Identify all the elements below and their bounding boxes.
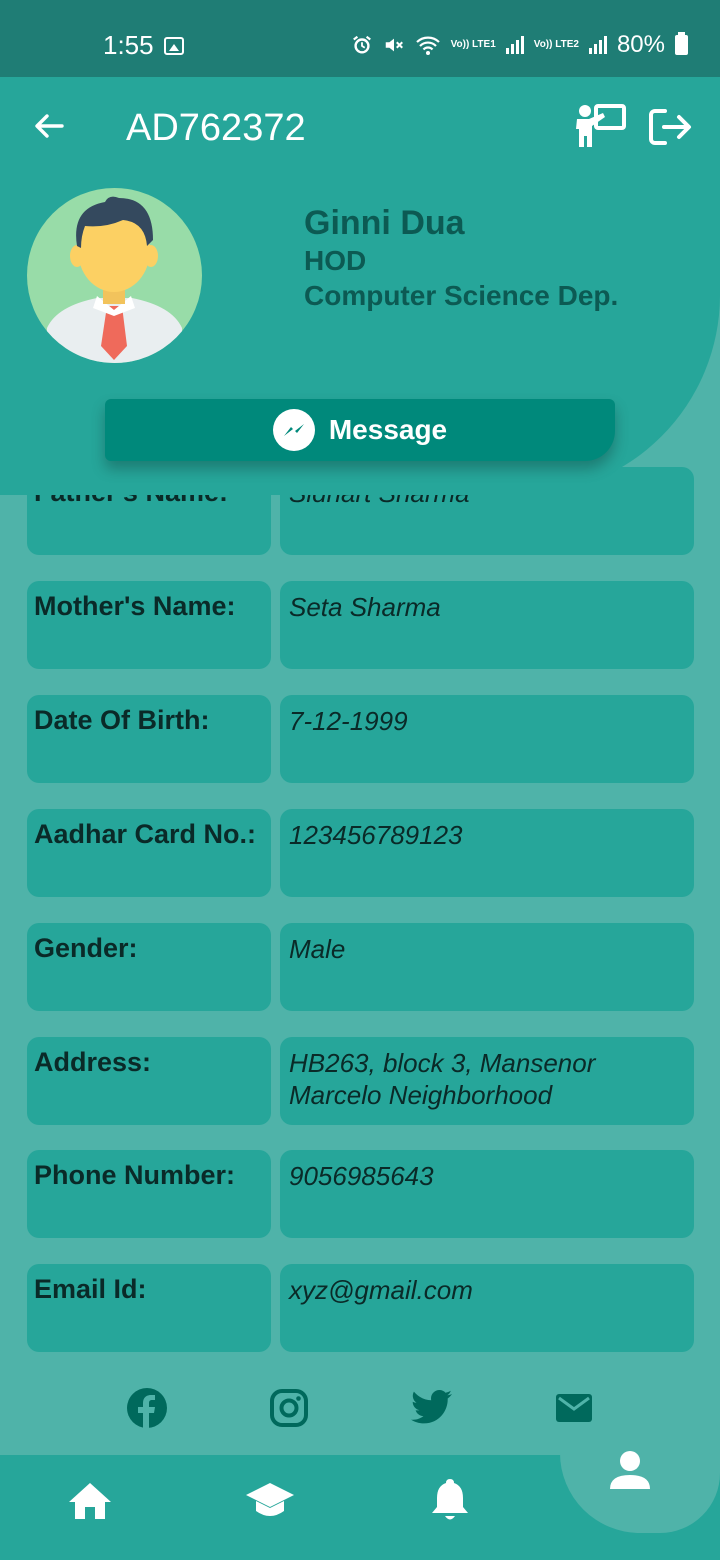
avatar (27, 188, 202, 363)
status-time: 1:55 (103, 30, 154, 60)
detail-label: Gender: (27, 923, 271, 1011)
twitter-icon[interactable] (410, 1388, 454, 1428)
graduation-cap-icon[interactable] (245, 1475, 295, 1525)
status-bar: 1:55 Vo)) LTE1 Vo)) LTE2 80% (0, 0, 720, 77)
profile-department: Computer Science Dep. (304, 280, 619, 311)
page-title: AD762372 (126, 107, 306, 149)
detail-value: Male (280, 923, 694, 1011)
battery-percent: 80% (616, 31, 665, 58)
profile-icon[interactable] (606, 1449, 654, 1493)
detail-label: Email Id: (27, 1264, 271, 1352)
email-icon[interactable] (554, 1388, 594, 1428)
profile-name: Ginni Dua (304, 204, 465, 242)
detail-label: Address: (27, 1037, 271, 1125)
detail-row-gender: Gender: Male (27, 923, 694, 1011)
detail-value: 9056985643 (280, 1150, 694, 1238)
avatar-illustration-icon (47, 196, 182, 363)
detail-label: Date Of Birth: (27, 695, 271, 783)
detail-row-phone: Phone Number: 9056985643 (27, 1150, 694, 1238)
image-notification-icon (164, 37, 184, 55)
profile-role: HOD (304, 245, 367, 276)
teacher-board-icon[interactable] (574, 103, 628, 149)
detail-value: 7-12-1999 (280, 695, 694, 783)
logout-icon[interactable] (648, 107, 692, 147)
instagram-icon[interactable] (269, 1388, 309, 1428)
wifi-icon (415, 36, 440, 55)
message-button[interactable]: Message (105, 399, 615, 461)
detail-row-aadhar: Aadhar Card No.: 123456789123 (27, 809, 694, 897)
detail-row-email: Email Id: xyz@gmail.com (27, 1264, 694, 1352)
messenger-icon (272, 409, 315, 451)
sim2-label: Vo)) LTE2 (533, 39, 579, 50)
detail-value: Seta Sharma (280, 581, 694, 669)
message-button-label: Message (328, 414, 448, 445)
status-right: Vo)) LTE1 Vo)) LTE2 80% (351, 31, 688, 59)
sim1-label: Vo)) LTE1 (450, 39, 496, 50)
detail-row-date-of-birth: Date Of Birth: 7-12-1999 (27, 695, 694, 783)
back-arrow-icon[interactable] (32, 109, 66, 143)
detail-label: Aadhar Card No.: (27, 809, 271, 897)
profile-header: AD762372 Ginni Dua HOD Computer Science … (0, 77, 720, 495)
signal-bars-2 (588, 36, 607, 54)
battery-icon (675, 32, 688, 55)
detail-label: Mother's Name: (27, 581, 271, 669)
detail-row-address: Address: HB263, block 3, Mansenor Marcel… (27, 1037, 694, 1125)
home-icon[interactable] (65, 1475, 115, 1525)
detail-row-mothers-name: Mother's Name: Seta Sharma (27, 581, 694, 669)
detail-label: Phone Number: (27, 1150, 271, 1238)
detail-value: 123456789123 (280, 809, 694, 897)
mute-icon (385, 38, 403, 52)
facebook-icon[interactable] (127, 1388, 167, 1428)
alarm-icon (352, 35, 371, 54)
detail-value: xyz@gmail.com (280, 1264, 694, 1352)
bell-icon[interactable] (425, 1473, 475, 1523)
detail-value: HB263, block 3, Mansenor Marcelo Neighbo… (280, 1037, 694, 1125)
signal-bars-1 (505, 36, 524, 54)
social-links (0, 1388, 720, 1428)
bottom-navigation (0, 1425, 720, 1560)
